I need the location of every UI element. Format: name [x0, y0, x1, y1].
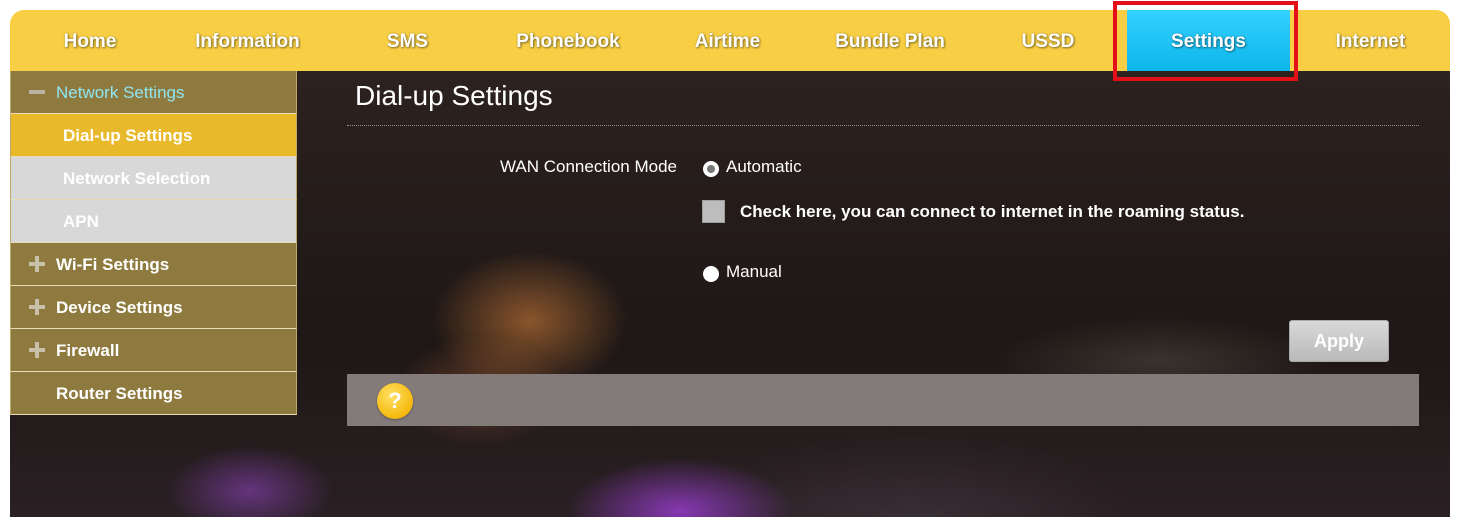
- manual-label: Manual: [726, 262, 782, 281]
- sidebar-group-router-settings[interactable]: Router Settings: [10, 372, 297, 415]
- manual-radio[interactable]: [703, 266, 719, 282]
- sidebar-item-apn[interactable]: APN: [10, 200, 297, 243]
- apply-button[interactable]: Apply: [1289, 320, 1389, 362]
- sidebar-group-firewall[interactable]: Firewall: [10, 329, 297, 372]
- sidebar-group-label: Device Settings: [56, 298, 183, 317]
- plus-icon: [27, 286, 47, 329]
- automatic-radio[interactable]: [703, 161, 719, 177]
- sidebar-group-wifi-settings[interactable]: Wi-Fi Settings: [10, 243, 297, 286]
- sidebar: Network Settings Dial-up Settings Networ…: [10, 71, 297, 415]
- wan-connection-mode-label: WAN Connection Mode: [499, 157, 677, 176]
- roaming-checkbox[interactable]: [702, 200, 725, 223]
- help-bar: ?: [347, 374, 1419, 426]
- sidebar-group-network-settings[interactable]: Network Settings: [10, 71, 297, 114]
- title-divider: [347, 125, 1419, 127]
- nav-airtime[interactable]: Airtime: [680, 10, 775, 71]
- help-icon[interactable]: ?: [377, 383, 413, 419]
- nav-bundle-plan[interactable]: Bundle Plan: [815, 10, 965, 71]
- nav-settings[interactable]: Settings: [1127, 10, 1290, 74]
- plus-icon: [27, 243, 47, 286]
- sidebar-group-label: Network Settings: [56, 83, 185, 102]
- top-navigation: Home Information SMS Phonebook Airtime B…: [10, 10, 1450, 74]
- sidebar-group-device-settings[interactable]: Device Settings: [10, 286, 297, 329]
- nav-information[interactable]: Information: [180, 10, 315, 71]
- sidebar-item-dial-up-settings[interactable]: Dial-up Settings: [10, 114, 297, 157]
- sidebar-group-label: Router Settings: [56, 384, 183, 403]
- minus-icon: [27, 71, 47, 114]
- nav-ussd[interactable]: USSD: [1008, 10, 1088, 71]
- automatic-label: Automatic: [726, 157, 802, 176]
- nav-phonebook[interactable]: Phonebook: [498, 10, 638, 71]
- nav-home[interactable]: Home: [50, 10, 130, 71]
- nav-sms[interactable]: SMS: [370, 10, 445, 71]
- sidebar-item-network-selection[interactable]: Network Selection: [10, 157, 297, 200]
- page-title: Dial-up Settings: [355, 80, 553, 111]
- nav-internet[interactable]: Internet: [1318, 10, 1423, 71]
- sidebar-group-label: Wi-Fi Settings: [56, 255, 170, 274]
- sidebar-group-label: Firewall: [56, 341, 120, 360]
- plus-icon: [27, 329, 47, 372]
- roaming-checkbox-label: Check here, you can connect to internet …: [740, 202, 1245, 221]
